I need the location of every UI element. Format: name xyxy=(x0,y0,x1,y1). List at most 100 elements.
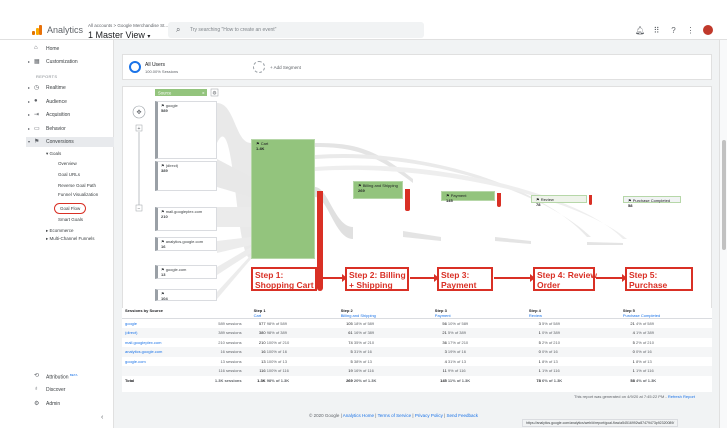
segment-title[interactable]: All Users xyxy=(145,62,165,68)
source-cell[interactable]: (direct) 389 sessions xyxy=(122,328,245,338)
table-row: 116 sessions 116 100% of 116 19 16% of 116… xyxy=(122,366,712,376)
step-cell: 5 2% of 210 xyxy=(526,338,620,348)
table-header-step: Step 5 Purchase Completed xyxy=(622,308,661,318)
collapse-icon[interactable]: ▾ xyxy=(28,139,30,144)
source-cell[interactable]: 116 sessions xyxy=(122,366,245,376)
cell-percent: 1% of 116 xyxy=(635,368,654,374)
drop-off-bar[interactable] xyxy=(405,189,410,211)
expand-icon[interactable]: ▸ xyxy=(28,99,30,104)
footer-link[interactable]: Analytics Home xyxy=(343,413,374,418)
source-cell[interactable]: mall.googleplex.com 210 sessions xyxy=(122,338,245,348)
sessions-count: 389 sessions xyxy=(218,330,242,336)
segment-circle-icon[interactable] xyxy=(129,61,141,73)
cell-count: 78 xyxy=(536,377,541,383)
search-placeholder: Try searching "How to create an event" xyxy=(190,27,277,33)
cell-percent: 11% of 1.3K xyxy=(447,377,471,383)
help-icon[interactable]: ? xyxy=(669,26,678,35)
flow-node-value: 269 xyxy=(358,187,365,193)
step-annotation: Step 4: Review Order xyxy=(533,267,597,291)
sidebar-item-funnel-visualization[interactable]: Funnel Visualization xyxy=(58,192,108,197)
scrollbar[interactable] xyxy=(719,40,727,428)
source-name: Total xyxy=(125,377,135,383)
step-annotation: Step 1: Shopping Cart xyxy=(251,267,317,291)
flow-node[interactable]: ⚑ Billing and Shipping 269 xyxy=(353,181,403,199)
sidebar-item-multichannel[interactable]: ▸ Multi-Channel Funnels xyxy=(46,236,96,241)
source-dropdown[interactable]: Source × ⚙ xyxy=(155,88,219,96)
table-row: google 589 sessions 577 98% of 589 105 18% … xyxy=(122,319,712,329)
cell-percent: 2% of 210 xyxy=(635,339,654,345)
expand-icon[interactable]: ▸ xyxy=(28,85,30,90)
sidebar-item-goals[interactable]: ▾ Goals xyxy=(46,151,61,157)
source-name: (direct) xyxy=(125,330,138,336)
cell-percent: 17% of 210 xyxy=(447,339,469,345)
beta-badge: BETA xyxy=(69,373,78,377)
cell-count: 5 xyxy=(538,339,541,345)
drop-off-bar[interactable] xyxy=(497,193,501,207)
sidebar-item-goal-urls[interactable]: Goal URLs xyxy=(58,172,80,177)
flow-node[interactable]: ⚑ Cart 1.4K xyxy=(251,139,315,259)
table-row: google.com 13 sessions 13 100% of 13 5 38% … xyxy=(122,357,712,367)
source-node[interactable]: ⚑ mall.googleplex.com 210 xyxy=(155,207,217,231)
expand-icon[interactable]: ▸ xyxy=(28,126,30,131)
step-cell: 5 2% of 210 xyxy=(620,338,712,348)
collapse-sidebar-icon[interactable]: ‹ xyxy=(101,414,103,421)
source-node[interactable]: ⚑ (direct) 389 xyxy=(155,161,217,191)
reports-heading: REPORTS xyxy=(36,74,58,79)
flow-node-value: 58 xyxy=(628,202,633,208)
view-selector[interactable]: 1 Master View ▾ xyxy=(88,30,150,40)
footer-link[interactable]: Terms of Service xyxy=(378,413,412,418)
scrollbar-thumb[interactable] xyxy=(722,140,726,250)
cell-count: 11 xyxy=(442,368,447,374)
drop-off-bar[interactable] xyxy=(589,195,592,205)
add-segment-button[interactable]: + Add Segment xyxy=(270,65,301,70)
flow-node[interactable]: ⚑ Payment 145 xyxy=(441,191,495,202)
expand-icon[interactable]: ▸ xyxy=(28,59,30,64)
avatar[interactable] xyxy=(703,25,713,35)
source-cell[interactable]: google 589 sessions xyxy=(122,319,245,329)
source-node[interactable]: ⚑ analytics.google.com 16 xyxy=(155,237,217,251)
cell-percent: 100% of 16 xyxy=(266,349,287,355)
source-node-value: 16 xyxy=(161,243,166,249)
cell-percent: 18% of 589 xyxy=(353,321,375,326)
source-cell[interactable]: analytics.google.com 16 sessions xyxy=(122,347,245,357)
apps-icon[interactable]: ⠿ xyxy=(652,26,661,35)
breadcrumb[interactable]: All accounts > Google Merchandise St... xyxy=(88,23,168,28)
flag-icon: ⚑ xyxy=(34,139,40,145)
svg-text:✥: ✥ xyxy=(136,109,141,116)
source-dropdown-label: Source xyxy=(158,90,172,95)
source-node-value: 389 xyxy=(161,167,168,173)
sidebar-item-goal-overview[interactable]: Overview xyxy=(58,161,77,166)
flow-node[interactable]: ⚑ Purchase Completed 58 xyxy=(623,196,681,207)
more-vert-icon[interactable]: ⋮ xyxy=(686,26,695,35)
notifications-icon[interactable]: 🔔︎ xyxy=(635,26,645,35)
search-input[interactable]: ⌕ Try searching "How to create an event" xyxy=(168,22,424,38)
drop-off-bar[interactable] xyxy=(317,191,323,291)
flow-node[interactable]: ⚑ Review 78 xyxy=(531,195,587,206)
step-cell: 56 10% of 589 xyxy=(432,319,526,329)
gear-icon: ⚙ xyxy=(34,401,40,407)
cell-percent: 5% of 389 xyxy=(447,330,466,336)
add-segment-circle-icon[interactable] xyxy=(253,61,265,73)
cell-count: 4 xyxy=(444,358,447,364)
sidebar-item-reverse-goal-path[interactable]: Reverse Goal Path xyxy=(58,183,96,188)
refresh-report-link[interactable]: Refresh Report xyxy=(668,394,695,399)
sidebar-item-smart-goals[interactable]: Smart Goals xyxy=(58,217,83,222)
sessions-count: 16 sessions xyxy=(220,349,242,355)
cell-count: 269 xyxy=(346,377,353,383)
source-node[interactable]: ⚑ 104 xyxy=(155,289,217,301)
footer-link[interactable]: Privacy Policy xyxy=(415,413,443,418)
sidebar-item-ecommerce[interactable]: ▸ Ecommerce xyxy=(46,228,74,234)
top-icons: 🔔︎ ⠿ ? ⋮ xyxy=(635,25,713,35)
step-cell: 21 5% of 389 xyxy=(431,328,526,338)
expand-icon[interactable]: ▸ xyxy=(28,112,30,117)
analytics-logo-icon[interactable] xyxy=(32,25,42,35)
source-cell[interactable]: google.com 13 sessions xyxy=(122,357,245,367)
step-cell: 0 0% of 16 xyxy=(619,347,712,357)
step-cell: 4 1% of 389 xyxy=(619,328,712,338)
app-name[interactable]: Analytics xyxy=(47,25,83,35)
zoom-control[interactable]: ✥ + − xyxy=(132,105,146,212)
cell-percent: 16% of 116 xyxy=(353,368,374,374)
source-node[interactable]: ⚑ google 589 xyxy=(155,101,217,159)
footer-link[interactable]: Send Feedback xyxy=(447,413,479,418)
source-node[interactable]: ⚑ google.com 13 xyxy=(155,265,217,279)
